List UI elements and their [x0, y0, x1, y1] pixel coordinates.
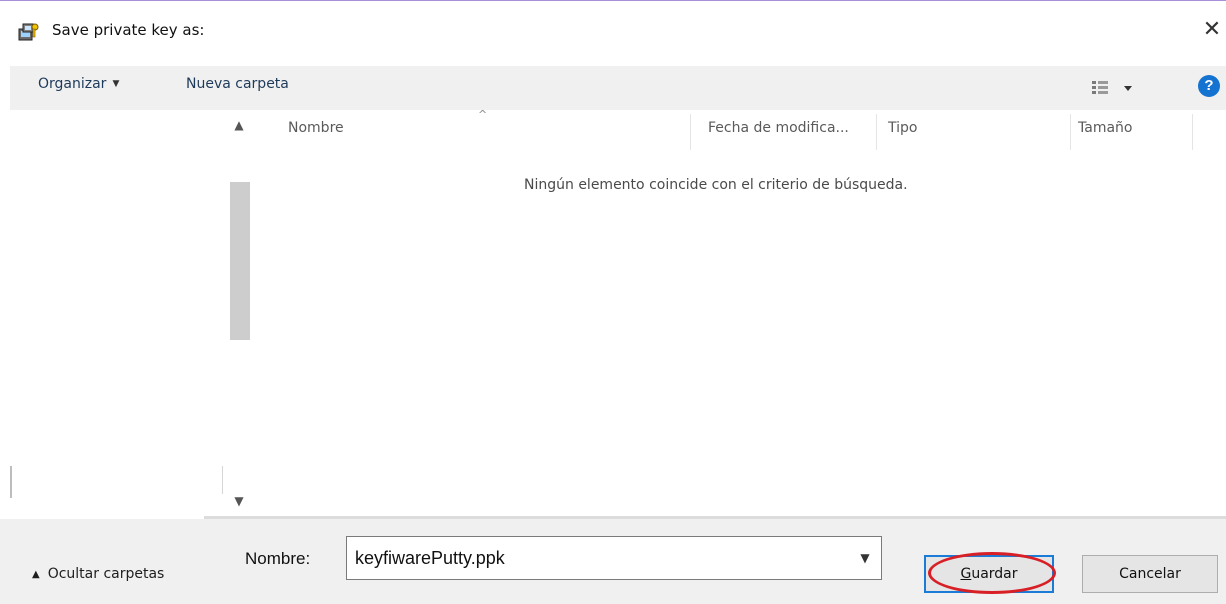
navigation-pane: [0, 110, 260, 514]
highlight-ellipse: [928, 552, 1056, 594]
window-title: Save private key as:: [52, 21, 205, 39]
sort-ascending-icon: ^: [478, 108, 488, 121]
new-folder-button[interactable]: Nueva carpeta: [186, 76, 289, 92]
close-icon[interactable]: ✕: [1198, 14, 1226, 46]
details-view-icon: [1092, 81, 1132, 94]
organize-label: Organizar: [38, 76, 107, 92]
navigation-scrollbar-thumb[interactable]: [230, 182, 250, 340]
column-separator[interactable]: [876, 114, 877, 150]
putty-key-icon: [18, 22, 40, 42]
hide-folders-button[interactable]: ▲ Ocultar carpetas: [32, 566, 164, 582]
column-header-size[interactable]: Tamaño: [1078, 120, 1132, 136]
filename-label: Nombre:: [245, 549, 311, 568]
filename-input[interactable]: [355, 545, 835, 571]
scroll-up-icon[interactable]: ▲: [230, 118, 248, 132]
column-header-name[interactable]: Nombre: [288, 120, 344, 136]
filename-combobox[interactable]: ▼: [346, 536, 882, 580]
column-separator[interactable]: [1192, 114, 1193, 150]
file-list: [262, 110, 1226, 514]
pane-resize-handle[interactable]: [10, 466, 12, 498]
scroll-down-icon[interactable]: ▼: [230, 494, 248, 508]
chevron-down-icon: ▼: [112, 79, 120, 89]
column-separator[interactable]: [690, 114, 691, 150]
column-separator[interactable]: [1070, 114, 1071, 150]
chevron-down-icon[interactable]: ▼: [855, 547, 875, 569]
column-header-type[interactable]: Tipo: [888, 120, 917, 136]
help-icon[interactable]: ?: [1198, 75, 1220, 97]
organize-menu-button[interactable]: Organizar ▼: [38, 76, 119, 92]
navigation-divider: [222, 466, 223, 494]
view-options-button[interactable]: [1090, 78, 1150, 98]
cancel-button[interactable]: Cancelar: [1082, 555, 1218, 593]
column-header-date-modified[interactable]: Fecha de modifica...: [708, 120, 849, 136]
hide-folders-label: Ocultar carpetas: [47, 566, 165, 582]
empty-list-message: Ningún elemento coincide con el criterio…: [524, 177, 908, 193]
chevron-up-icon: ▲: [32, 569, 40, 580]
